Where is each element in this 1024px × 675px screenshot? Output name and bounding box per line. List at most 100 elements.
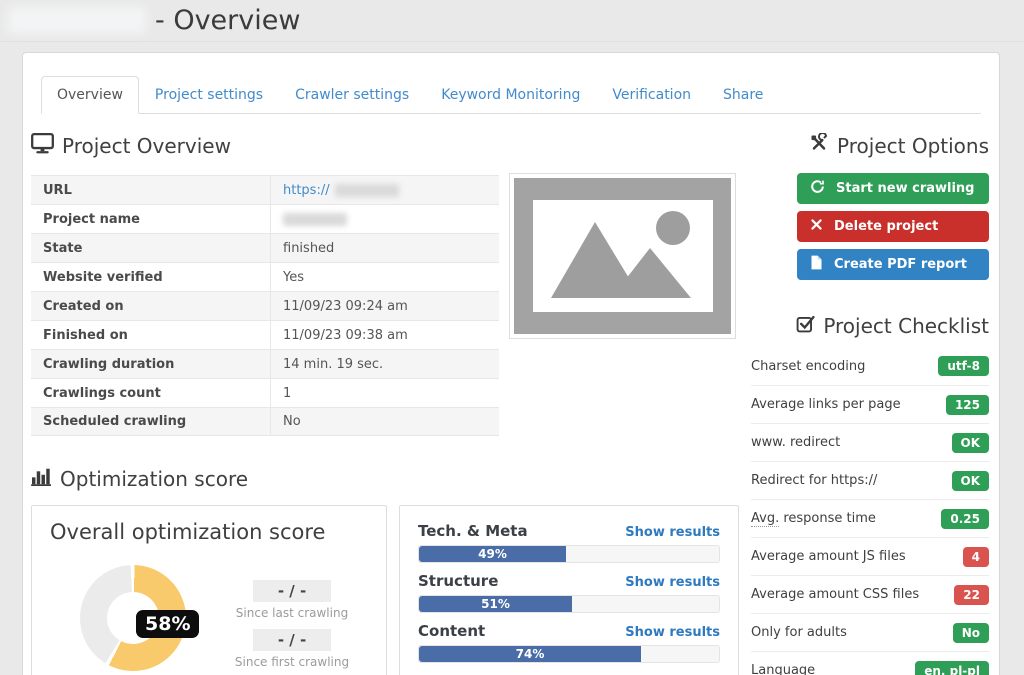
checklist-label: Only for adults: [751, 625, 847, 640]
tools-icon: [809, 133, 829, 158]
row-value: No: [271, 408, 499, 435]
project-overview-heading-label: Project Overview: [62, 134, 231, 158]
button-label: Create PDF report: [834, 257, 967, 272]
checklist-item: Charset encoding utf-8: [751, 347, 989, 385]
project-checklist: Charset encoding utf-8 Average links per…: [751, 347, 989, 675]
category-name: Tech. & Meta: [418, 522, 528, 540]
progress-bar-fill: 74%: [419, 646, 641, 662]
status-badge: OK: [952, 471, 990, 491]
since-first-label: Since first crawling: [232, 655, 352, 669]
row-label: Scheduled crawling: [31, 408, 271, 435]
tab-bar: Overview Project settings Crawler settin…: [41, 76, 981, 114]
row-value: 11/09/23 09:38 am: [271, 321, 499, 349]
optimization-score-heading-label: Optimization score: [60, 467, 248, 491]
project-options-heading-label: Project Options: [837, 134, 989, 158]
table-row: URL https://: [31, 175, 499, 204]
checklist-label: www. redirect: [751, 435, 840, 450]
create-pdf-report-button[interactable]: Create PDF report: [797, 249, 989, 280]
category-group: Tech. & Meta Show results 49%: [418, 522, 720, 563]
table-row: Project name: [31, 204, 499, 233]
overall-score-card: Overall optimization score 58% - / - Sin…: [31, 505, 387, 675]
row-label: State: [31, 234, 271, 262]
tab-verification[interactable]: Verification: [596, 76, 707, 114]
tab-overview[interactable]: Overview: [41, 76, 139, 114]
checklist-label: Average links per page: [751, 397, 901, 412]
status-badge: No: [953, 623, 989, 643]
checklist-item: Avg. response time 0.25: [751, 499, 989, 537]
progress-bar-track: 74%: [418, 645, 720, 663]
status-badge: en, pl-pl: [915, 661, 989, 675]
row-label: Project name: [31, 205, 271, 233]
checkbox-icon: [796, 314, 815, 338]
status-badge: 0.25: [941, 509, 989, 529]
optimization-score-heading: Optimization score: [31, 467, 248, 491]
show-results-link[interactable]: Show results: [625, 625, 720, 640]
category-scores-card: Tech. & Meta Show results 49% Structure …: [399, 505, 739, 675]
file-icon: [810, 255, 823, 274]
show-results-link[interactable]: Show results: [625, 525, 720, 540]
button-label: Start new crawling: [836, 181, 974, 196]
row-value: 1: [271, 379, 499, 407]
category-name: Structure: [418, 572, 498, 590]
tab-crawler-settings[interactable]: Crawler settings: [279, 76, 425, 114]
project-checklist-heading: Project Checklist: [751, 314, 989, 338]
website-screenshot-placeholder: [509, 173, 736, 339]
project-options-heading: Project Options: [751, 133, 989, 158]
checklist-item: Average amount CSS files 22: [751, 575, 989, 613]
tab-project-settings[interactable]: Project settings: [139, 76, 279, 114]
checklist-label: Language: [751, 663, 815, 675]
monitor-icon: [31, 133, 54, 159]
tab-share[interactable]: Share: [707, 76, 779, 114]
redacted-project-name: [8, 7, 146, 34]
since-last-value: - / -: [253, 580, 331, 602]
table-row: Website verified Yes: [31, 262, 499, 291]
status-badge: utf-8: [938, 356, 989, 376]
row-label: URL: [31, 176, 271, 204]
delete-project-button[interactable]: Delete project: [797, 211, 989, 242]
progress-bar-fill: 51%: [419, 596, 572, 612]
row-value: 11/09/23 09:24 am: [271, 292, 499, 320]
checklist-item: www. redirect OK: [751, 423, 989, 461]
score-value-pill: 58%: [136, 610, 199, 638]
checklist-item: Language en, pl-pl: [751, 651, 989, 675]
row-label: Finished on: [31, 321, 271, 349]
row-value: finished: [271, 234, 499, 262]
show-results-link[interactable]: Show results: [625, 575, 720, 590]
progress-bar-track: 49%: [418, 545, 720, 563]
project-url-link[interactable]: https://: [283, 183, 330, 198]
table-row: Scheduled crawling No: [31, 407, 499, 436]
x-icon: [810, 218, 823, 235]
row-value: Yes: [271, 263, 499, 291]
row-label: Website verified: [31, 263, 271, 291]
table-row: Crawlings count 1: [31, 378, 499, 407]
redacted-project-name-value: [283, 213, 347, 226]
overall-score-card-title: Overall optimization score: [50, 520, 386, 544]
tab-keyword-monitoring[interactable]: Keyword Monitoring: [425, 76, 596, 114]
project-overview-table: URL https:// Project name State finished…: [31, 175, 499, 436]
project-overview-heading: Project Overview: [31, 133, 231, 159]
category-group: Content Show results 74%: [418, 622, 720, 663]
checklist-label-rest: response time: [779, 511, 876, 526]
checklist-item: Average amount JS files 4: [751, 537, 989, 575]
button-label: Delete project: [834, 219, 938, 234]
checklist-label: Average amount JS files: [751, 549, 906, 564]
row-label: Crawlings count: [31, 379, 271, 407]
bar-chart-icon: [31, 467, 52, 491]
row-value: 14 min. 19 sec.: [271, 350, 499, 378]
refresh-icon: [810, 179, 825, 198]
progress-bar-fill: 49%: [419, 546, 566, 562]
project-options-buttons: Start new crawling Delete project Create…: [751, 173, 989, 280]
table-row: Created on 11/09/23 09:24 am: [31, 291, 499, 320]
main-panel: Overview Project settings Crawler settin…: [22, 52, 1000, 675]
page-title: - Overview: [8, 5, 300, 36]
image-placeholder-frame: [514, 178, 731, 334]
status-badge: 22: [954, 585, 989, 605]
since-crawling-stats: - / - Since last crawling - / - Since fi…: [232, 580, 352, 675]
table-row: Crawling duration 14 min. 19 sec.: [31, 349, 499, 378]
abbr-text: Avg.: [751, 511, 779, 527]
checklist-label: Redirect for https://: [751, 473, 877, 488]
checklist-item: Redirect for https:// OK: [751, 461, 989, 499]
start-new-crawling-button[interactable]: Start new crawling: [797, 173, 989, 204]
checklist-item: Average links per page 125: [751, 385, 989, 423]
table-row: State finished: [31, 233, 499, 262]
